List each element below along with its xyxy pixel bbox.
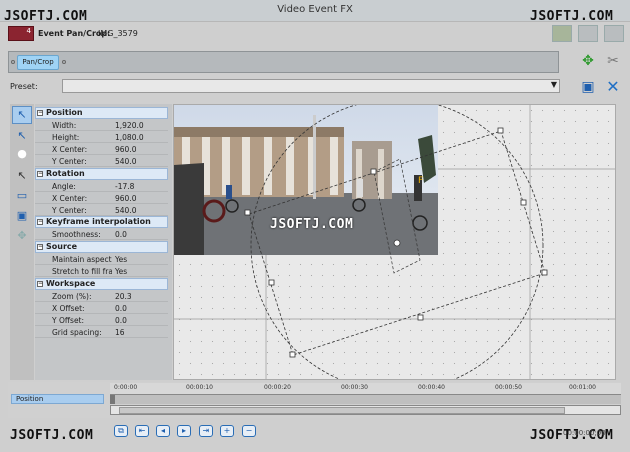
chain-view-button[interactable] — [552, 25, 572, 42]
tool-strip: ↖ ↖ ● ↖ ▭ ▣ ✥ — [10, 104, 34, 380]
prop-row[interactable]: Y Offset: 0.0 — [35, 315, 168, 326]
prop-row[interactable]: Maintain aspect ...Yes — [35, 254, 168, 265]
first-keyframe-icon[interactable]: ⇤ — [135, 425, 149, 437]
prop-row[interactable]: Y Center: 540.0 — [35, 205, 168, 216]
selection-tool-icon[interactable]: ↖ — [12, 128, 32, 146]
prop-row[interactable]: Width: 1,920.0 — [35, 120, 168, 131]
fx-header: 4 Event Pan/Crop: IMG_3579 — [6, 24, 630, 44]
prop-row[interactable]: X Center: 960.0 — [35, 193, 168, 204]
frame-tool-icon[interactable]: ▭ — [12, 188, 32, 206]
sync-cursor-icon[interactable]: ⧉ — [114, 425, 128, 437]
timecode: 00:00:00;00 — [563, 429, 606, 437]
prop-row[interactable]: Height: 1,080.0 — [35, 132, 168, 143]
section-keyframe-interpolation[interactable]: − Keyframe interpolation — [35, 216, 168, 228]
keyframe-track[interactable] — [110, 395, 621, 404]
watermark-bottom-left: JSOFTJ.COM — [10, 428, 94, 443]
section-rotation[interactable]: − Rotation — [35, 168, 168, 180]
zoom-tool-icon[interactable]: ↖ — [12, 168, 32, 186]
pan-crop-workspace[interactable]: F JSOFTJ.COM — [173, 104, 616, 380]
watermark-center: JSOFTJ.COM — [270, 217, 354, 232]
crop-frame-overlay[interactable]: F — [174, 105, 616, 380]
delete-keyframe-icon[interactable]: − — [242, 425, 256, 437]
chain-start-dot — [11, 60, 15, 64]
prop-row[interactable]: Y Center: 540.0 — [35, 156, 168, 167]
track-label-position[interactable]: Position — [11, 394, 104, 404]
scissors-icon[interactable]: ✂ — [604, 53, 622, 71]
prop-row[interactable]: Stretch to fill fra...Yes — [35, 266, 168, 277]
green-move-arrows-icon[interactable]: ✥ — [579, 53, 597, 71]
move-tool-icon[interactable]: ✥ — [12, 228, 32, 246]
section-workspace[interactable]: − Workspace — [35, 278, 168, 290]
save-disk-icon[interactable]: ▣ — [579, 79, 597, 97]
circle-tool-icon[interactable]: ● — [12, 146, 32, 164]
prev-keyframe-icon[interactable]: ◂ — [156, 425, 170, 437]
prop-row[interactable]: Grid spacing: 16 — [35, 327, 168, 338]
preset-label: Preset: — [10, 82, 38, 91]
svg-text:F: F — [418, 176, 423, 186]
split-view-button[interactable] — [578, 25, 598, 42]
pan-crop-plugin-button[interactable]: Pan/Crop — [17, 55, 59, 70]
chevron-down-icon[interactable]: ▼ — [551, 80, 557, 89]
property-grid: − Position Width: 1,920.0 Height: 1,080.0 X… — [35, 104, 172, 380]
prop-row[interactable]: X Offset: 0.0 — [35, 303, 168, 314]
close-x-icon[interactable]: ✕ — [604, 79, 622, 97]
timeline-scrollbar[interactable] — [110, 405, 621, 415]
fx-chain: Pan/Crop — [8, 51, 559, 73]
layout-button[interactable] — [604, 25, 624, 42]
section-source[interactable]: − Source — [35, 241, 168, 253]
watermark-top-right: JSOFTJ.COM — [530, 9, 614, 24]
keyframe-marker[interactable] — [110, 395, 115, 404]
add-keyframe-icon[interactable]: + — [220, 425, 234, 437]
last-keyframe-icon[interactable]: ⇥ — [199, 425, 213, 437]
event-badge: 4 — [8, 26, 34, 41]
section-position[interactable]: − Position — [35, 107, 168, 119]
preset-dropdown[interactable]: ▼ — [62, 79, 560, 93]
normal-edit-tool-icon[interactable]: ↖ — [12, 106, 32, 124]
timeline-ruler[interactable]: 0:00:00 00:00:10 00:00:20 00:00:30 00:00… — [110, 383, 621, 395]
next-keyframe-icon[interactable]: ▸ — [177, 425, 191, 437]
prop-row[interactable]: X Center: 960.0 — [35, 144, 168, 155]
watermark-top-left: JSOFTJ.COM — [4, 9, 88, 24]
prop-row[interactable]: Zoom (%): 20.3 — [35, 291, 168, 302]
prop-row[interactable]: Smoothness: 0.0 — [35, 229, 168, 240]
event-name: IMG_3579 — [98, 29, 138, 38]
prop-row[interactable]: Angle: -17.8 — [35, 181, 168, 192]
fit-frame-icon[interactable]: ▣ — [12, 208, 32, 226]
scroll-thumb[interactable] — [119, 407, 565, 414]
chain-end-dot — [62, 60, 66, 64]
